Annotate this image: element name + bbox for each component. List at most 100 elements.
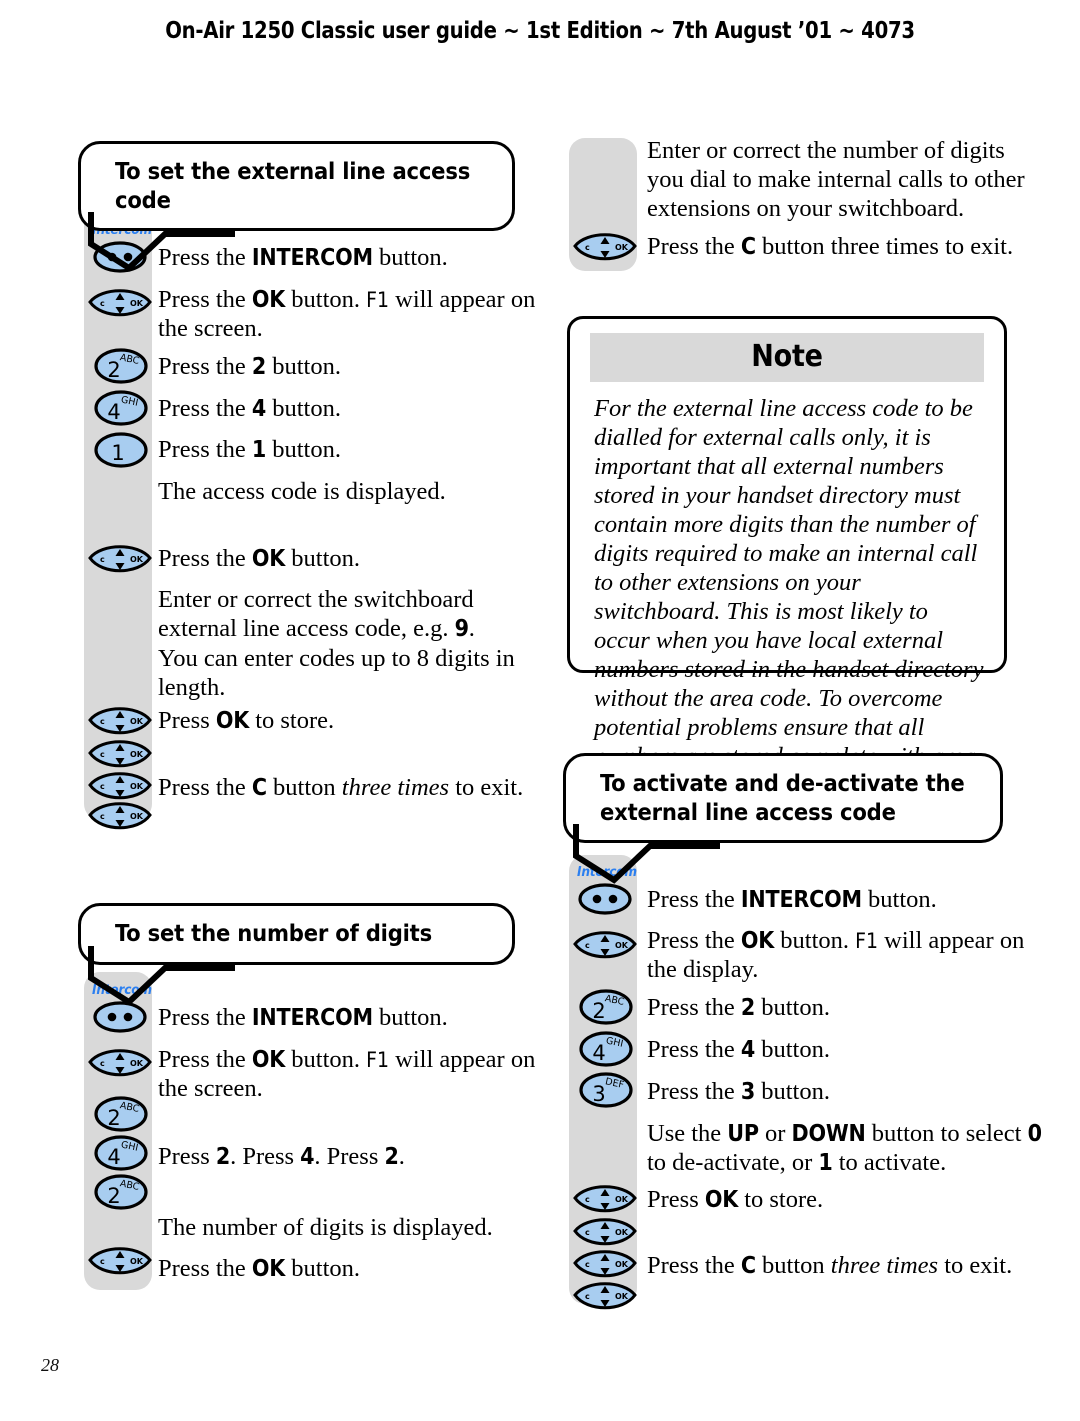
step-text: Press the INTERCOM button. <box>158 1004 448 1031</box>
section-title: To set the external line access code <box>115 157 471 214</box>
step-text: The number of digits is displayed. <box>158 1214 493 1241</box>
step-text: Press OK to store. <box>158 707 335 734</box>
svg-text:OK: OK <box>615 1260 629 1269</box>
step-text: Press the 4 button. <box>158 395 341 422</box>
digit-key-4[interactable]: 4 GHI <box>93 1134 149 1172</box>
navigation-key[interactable]: c OK <box>573 929 637 963</box>
step-text: Press the OK button. F1 will appear on t… <box>647 927 1025 984</box>
step-text: Press the C button three times to exit. <box>647 233 1014 260</box>
svg-text:c: c <box>100 555 105 564</box>
svg-text:c: c <box>585 243 590 252</box>
svg-text:c: c <box>100 1059 105 1068</box>
intercom-key[interactable] <box>92 1000 148 1034</box>
note-body: For the external line access code to be … <box>580 382 994 800</box>
navigation-key[interactable]: c OK <box>573 1183 637 1217</box>
callout-tail-icon <box>573 824 720 885</box>
step-text: Enter or correct the number of digits yo… <box>647 137 1025 223</box>
step-text: Press the 2 button. <box>158 353 341 380</box>
navigation-key[interactable]: c OK <box>573 1280 637 1314</box>
note-box: Note For the external line access code t… <box>567 316 1007 799</box>
step-text: Press OK to store. <box>647 1186 824 1213</box>
navigation-key[interactable]: c OK <box>88 738 152 772</box>
svg-text:OK: OK <box>130 555 144 564</box>
digit-key-3[interactable]: 3 DEF <box>578 1071 634 1109</box>
step-text: Enter or correct the switchboard externa… <box>158 586 515 701</box>
navigation-key[interactable]: c OK <box>573 1216 637 1250</box>
callout-tail-icon <box>88 945 235 1006</box>
step-text: Press the 3 button. <box>647 1078 830 1105</box>
navigation-key[interactable]: c OK <box>88 1245 152 1279</box>
svg-text:c: c <box>100 1257 105 1266</box>
note-body-text: For the external line access code to be … <box>594 395 984 799</box>
step-text: Press the OK button. F1 will appear on t… <box>158 1046 536 1103</box>
intercom-key[interactable] <box>577 882 633 916</box>
svg-text:1: 1 <box>111 441 124 465</box>
step-text: Press the C button three times to exit. <box>647 1252 1013 1279</box>
navigation-key[interactable]: c OK <box>88 770 152 804</box>
callout-box: To activate and de-activate the external… <box>563 753 1003 885</box>
step-text: Press the 4 button. <box>647 1036 830 1063</box>
digit-key-2[interactable]: 2 ABC <box>578 988 634 1026</box>
svg-text:4: 4 <box>107 400 120 424</box>
step-text: Press the OK button. <box>158 545 361 572</box>
svg-text:OK: OK <box>615 1195 629 1204</box>
svg-text:OK: OK <box>130 1059 144 1068</box>
navigation-key[interactable]: c OK <box>88 543 152 577</box>
navigation-key[interactable]: c OK <box>573 1248 637 1282</box>
navigation-key[interactable]: c OK <box>88 287 152 321</box>
svg-text:c: c <box>100 782 105 791</box>
step-text: Press 2. Press 4. Press 2. <box>158 1143 405 1170</box>
svg-text:OK: OK <box>130 299 144 308</box>
svg-text:c: c <box>100 717 105 726</box>
digit-key-1[interactable]: 1 <box>93 431 149 469</box>
left-column: To set the external line access code Int… <box>70 0 570 1421</box>
callout-tail-icon <box>88 212 235 273</box>
svg-text:OK: OK <box>615 243 629 252</box>
digit-key-4[interactable]: 4 GHI <box>93 389 149 427</box>
digit-key-2[interactable]: 2 ABC <box>93 1173 149 1211</box>
svg-text:c: c <box>100 299 105 308</box>
step-text: Press the OK button. F1 will appear on t… <box>158 286 536 343</box>
step-text: Press the 2 button. <box>647 994 830 1021</box>
svg-text:OK: OK <box>615 941 629 950</box>
section-header-activate-deactivate: To activate and de-activate the external… <box>563 753 1003 885</box>
svg-text:4: 4 <box>592 1041 605 1065</box>
svg-text:OK: OK <box>615 1292 629 1301</box>
svg-text:c: c <box>585 1195 590 1204</box>
step-text: Press the 1 button. <box>158 436 341 463</box>
section-title-line-2: external line access code <box>600 797 896 826</box>
svg-text:OK: OK <box>130 812 144 821</box>
svg-text:c: c <box>585 941 590 950</box>
svg-text:c: c <box>585 1228 590 1237</box>
svg-text:OK: OK <box>130 717 144 726</box>
navigation-key[interactable]: c OK <box>88 800 152 834</box>
section-title-line-1: To activate and de-activate the <box>600 769 965 797</box>
svg-text:4: 4 <box>107 1145 120 1169</box>
svg-text:c: c <box>585 1292 590 1301</box>
navigation-key[interactable]: c OK <box>88 1047 152 1081</box>
digit-key-4[interactable]: 4 GHI <box>578 1030 634 1068</box>
step-text: Press the OK button. <box>158 1255 361 1282</box>
section-title: To set the number of digits <box>115 919 432 947</box>
step-text: The access code is displayed. <box>158 478 446 505</box>
right-column: c OK Enter or correct the number of digi… <box>555 0 1055 1421</box>
section-header-number-of-digits: To set the number of digits <box>78 903 515 1006</box>
svg-text:OK: OK <box>130 782 144 791</box>
callout-box: To set the number of digits <box>78 903 515 1006</box>
navigation-key[interactable]: c OK <box>573 231 637 265</box>
step-text: Press the C button three times to exit. <box>158 774 524 801</box>
section-header-external-line-access-code: To set the external line access code <box>78 141 515 273</box>
svg-text:OK: OK <box>130 1257 144 1266</box>
note-heading: Note <box>590 333 984 382</box>
step-text: Use the UP or DOWN button to select 0 to… <box>647 1120 1042 1177</box>
svg-text:c: c <box>585 1260 590 1269</box>
callout-box: To set the external line access code <box>78 141 515 273</box>
page-number: 28 <box>41 1355 59 1375</box>
digit-key-2[interactable]: 2 ABC <box>93 347 149 385</box>
svg-text:OK: OK <box>615 1228 629 1237</box>
svg-text:c: c <box>100 812 105 821</box>
step-text: Press the INTERCOM button. <box>647 886 937 913</box>
svg-text:OK: OK <box>130 750 144 759</box>
navigation-key[interactable]: c OK <box>88 705 152 739</box>
digit-key-2[interactable]: 2 ABC <box>93 1095 149 1133</box>
